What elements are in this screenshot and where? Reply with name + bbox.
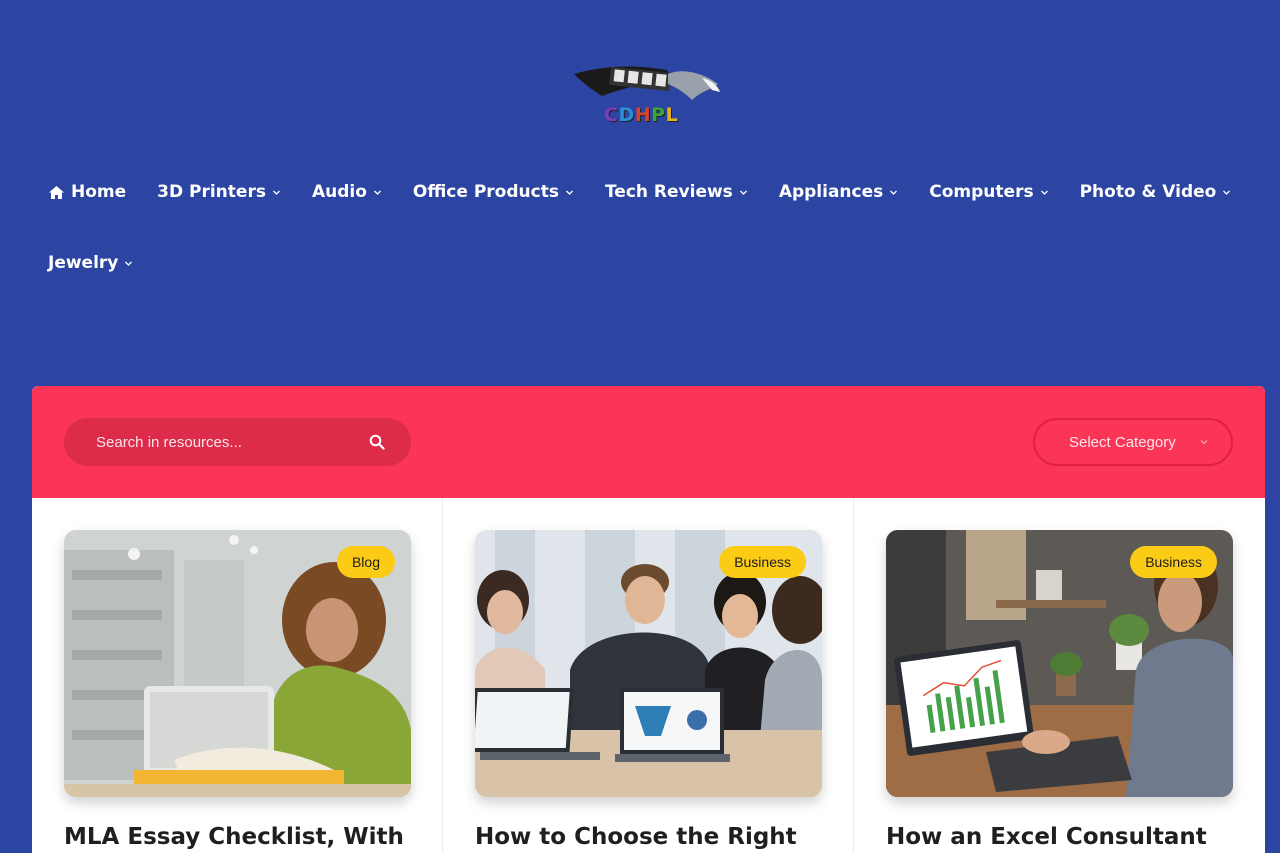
nav-item-photo-video[interactable]: Photo & Video <box>1080 182 1232 202</box>
nav-item-3d-printers[interactable]: 3D Printers <box>157 182 281 202</box>
home-icon <box>48 185 65 200</box>
nav-row-2: Jewelry <box>48 243 1248 283</box>
resources-panel: Select Category <box>32 386 1265 853</box>
chevron-down-icon <box>272 188 281 197</box>
search-icon[interactable] <box>369 434 385 450</box>
nav-label: Office Products <box>412 182 559 202</box>
category-badge[interactable]: Business <box>719 546 806 578</box>
main-nav: Home 3D Printers Audio Office Products T… <box>48 172 1248 283</box>
resource-card[interactable]: Business How to Choose the Right <box>443 498 854 853</box>
nav-row-1: Home 3D Printers Audio Office Products T… <box>48 172 1248 212</box>
nav-label: Computers <box>929 182 1034 202</box>
chevron-down-icon <box>889 188 898 197</box>
nav-item-home[interactable]: Home <box>48 182 126 202</box>
chevron-down-icon <box>739 188 748 197</box>
nav-label: Tech Reviews <box>604 182 733 202</box>
filter-bar: Select Category <box>32 386 1265 498</box>
chevron-down-icon <box>373 188 382 197</box>
nav-label: Jewelry <box>48 253 119 273</box>
category-badge[interactable]: Blog <box>336 546 395 578</box>
resource-card[interactable]: Blog MLA Essay Checklist, With <box>32 498 443 853</box>
nav-item-computers[interactable]: Computers <box>929 182 1048 202</box>
chevron-down-icon <box>565 188 574 197</box>
nav-item-audio[interactable]: Audio <box>312 182 382 202</box>
category-badge[interactable]: Business <box>1130 546 1217 578</box>
nav-item-jewelry[interactable]: Jewelry <box>48 253 133 273</box>
nav-item-tech-reviews[interactable]: Tech Reviews <box>605 182 748 202</box>
search-box <box>64 418 411 466</box>
nav-item-appliances[interactable]: Appliances <box>779 182 898 202</box>
card-title[interactable]: MLA Essay Checklist, With <box>64 824 410 850</box>
nav-label: 3D Printers <box>157 182 266 202</box>
nav-label: Audio <box>311 182 367 202</box>
chevron-down-icon <box>124 259 133 268</box>
category-select-label: Select Category <box>1069 433 1176 451</box>
chevron-down-icon <box>1199 437 1209 447</box>
card-thumbnail[interactable]: Blog <box>64 530 411 797</box>
card-title[interactable]: How an Excel Consultant <box>886 824 1233 850</box>
resource-card[interactable]: Business How an Excel Consultant <box>854 498 1265 853</box>
nav-label: Photo & Video <box>1079 182 1217 202</box>
card-thumbnail[interactable]: Business <box>886 530 1233 797</box>
search-input[interactable] <box>96 433 369 451</box>
category-select[interactable]: Select Category <box>1033 418 1233 466</box>
site-logo[interactable]: CDHPL <box>572 64 722 130</box>
nav-item-office-products[interactable]: Office Products <box>413 182 574 202</box>
chevron-down-icon <box>1040 188 1049 197</box>
chevron-down-icon <box>1222 188 1231 197</box>
card-thumbnail[interactable]: Business <box>475 530 822 797</box>
logo-wordmark: CDHPL <box>604 104 679 126</box>
resource-cards: Blog MLA Essay Checklist, With Business … <box>32 498 1265 853</box>
nav-label: Appliances <box>778 182 884 202</box>
nav-label: Home <box>71 182 127 202</box>
card-title[interactable]: How to Choose the Right <box>475 824 821 850</box>
